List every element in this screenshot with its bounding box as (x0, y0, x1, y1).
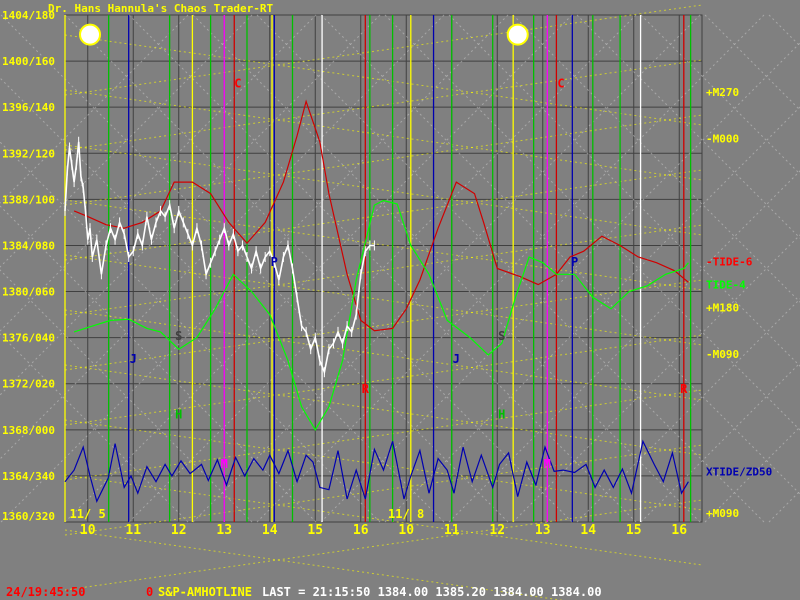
y-tick-label: 1364/340 (2, 470, 55, 483)
x-tick-label: 16 (671, 523, 687, 538)
status-index: 0 (146, 585, 154, 599)
x-tick-label: 10 (398, 523, 414, 538)
y-tick-label: 1392/120 (2, 147, 55, 160)
y-tick-label: 1400/160 (2, 55, 55, 68)
right-label: XTIDE/ZD50 (706, 465, 772, 478)
y-tick-label: 1388/100 (2, 193, 55, 206)
y-tick-label: 1376/040 (2, 332, 55, 345)
status-symbol: S&P-AMHOTLINE (158, 585, 252, 599)
event-marker: J (130, 352, 137, 366)
right-label: TIDE-4 (706, 279, 746, 292)
date-label: 11/ 8 (388, 507, 424, 521)
event-marker: H (498, 407, 505, 421)
x-tick-label: 14 (262, 523, 278, 538)
right-label: +M270 (706, 86, 739, 99)
x-tick-label: 15 (626, 523, 642, 538)
sun-symbol (79, 23, 102, 46)
event-marker: S (498, 329, 505, 343)
x-tick-label: 16 (353, 523, 369, 538)
right-label: -M000 (706, 132, 739, 145)
y-tick-label: 1360/320 (2, 510, 55, 523)
x-tick-label: 11 (444, 523, 460, 538)
y-tick-label: 1380/060 (2, 286, 55, 299)
date-label: 11/ 5 (70, 507, 106, 521)
event-marker: C (234, 77, 241, 91)
right-label: +M180 (706, 302, 739, 315)
x-tick-label: 15 (307, 523, 323, 538)
x-tick-label: 13 (535, 523, 551, 538)
event-marker: M (544, 457, 551, 471)
x-tick-label: 12 (489, 523, 505, 538)
event-marker: R (680, 382, 688, 396)
event-marker: R (362, 382, 370, 396)
chart-title: Dr. Hans Hannula's Chaos Trader-RT (48, 2, 274, 15)
status-time: 24/19:45:50 (6, 585, 86, 599)
event-marker: S (175, 329, 182, 343)
y-tick-label: 1396/140 (2, 101, 55, 114)
event-marker: J (453, 352, 460, 366)
right-label: +M090 (706, 507, 739, 520)
right-label: -TIDE-6 (706, 256, 753, 269)
x-tick-label: 10 (80, 523, 96, 538)
right-label: -M090 (706, 348, 739, 361)
event-marker: M (221, 457, 228, 471)
x-tick-label: 13 (216, 523, 232, 538)
event-marker: P (271, 255, 278, 269)
status-quote: LAST = 21:15:50 1384.00 1385.20 1384.00 … (262, 585, 602, 599)
chaos-trader-chart: C CP PS SJ JR RH HM M 1404/1801400/1601396/1401… (0, 0, 800, 600)
event-marker: C (557, 77, 564, 91)
y-tick-label: 1384/080 (2, 239, 55, 252)
event-marker: P (571, 255, 578, 269)
y-tick-label: 1368/000 (2, 424, 55, 437)
event-marker: H (175, 407, 182, 421)
x-tick-label: 12 (171, 523, 187, 538)
x-tick-label: 14 (580, 523, 596, 538)
y-tick-label: 1372/020 (2, 378, 55, 391)
x-tick-label: 11 (125, 523, 141, 538)
sun-symbol (506, 23, 529, 46)
